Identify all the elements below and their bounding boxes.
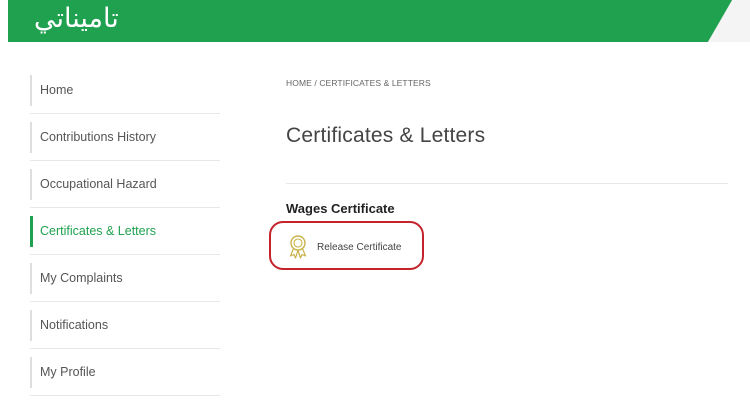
breadcrumb-home-link[interactable]: HOME (286, 78, 312, 88)
sidebar-item-occupational-hazard[interactable]: Occupational Hazard (30, 161, 220, 208)
sidebar-item-contributions-history[interactable]: Contributions History (30, 114, 220, 161)
sidebar-item-label: My Complaints (40, 271, 123, 285)
divider (286, 183, 728, 184)
sidebar-item-my-profile[interactable]: My Profile (30, 349, 220, 396)
section-title: Wages Certificate (286, 201, 395, 216)
breadcrumb-current: CERTIFICATES & LETTERS (319, 78, 431, 88)
breadcrumb: HOME / CERTIFICATES & LETTERS (286, 78, 431, 88)
sidebar-item-label: Certificates & Letters (40, 224, 157, 238)
app-logo[interactable]: تاميناتي (34, 4, 119, 34)
sidebar-item-my-complaints[interactable]: My Complaints (30, 255, 220, 302)
breadcrumb-separator: / (314, 78, 317, 88)
sidebar-item-label: Notifications (40, 318, 109, 332)
sidebar-item-label: Occupational Hazard (40, 177, 157, 191)
sidebar-item-label: My Profile (40, 365, 96, 379)
sidebar-item-home[interactable]: Home (30, 67, 220, 114)
sidebar-item-label: Contributions History (40, 130, 157, 144)
certificate-ribbon-icon (289, 235, 307, 259)
sidebar: Home Contributions History Occupational … (30, 67, 220, 396)
page-title: Certificates & Letters (286, 124, 486, 147)
sidebar-item-notifications[interactable]: Notifications (30, 302, 220, 349)
release-certificate-label: Release Certificate (317, 241, 402, 253)
top-header: تاميناتي (8, 0, 750, 42)
sidebar-item-label: Home (40, 83, 74, 97)
release-certificate-link[interactable]: Release Certificate (287, 233, 401, 261)
sidebar-item-certificates-letters[interactable]: Certificates & Letters (30, 208, 220, 255)
